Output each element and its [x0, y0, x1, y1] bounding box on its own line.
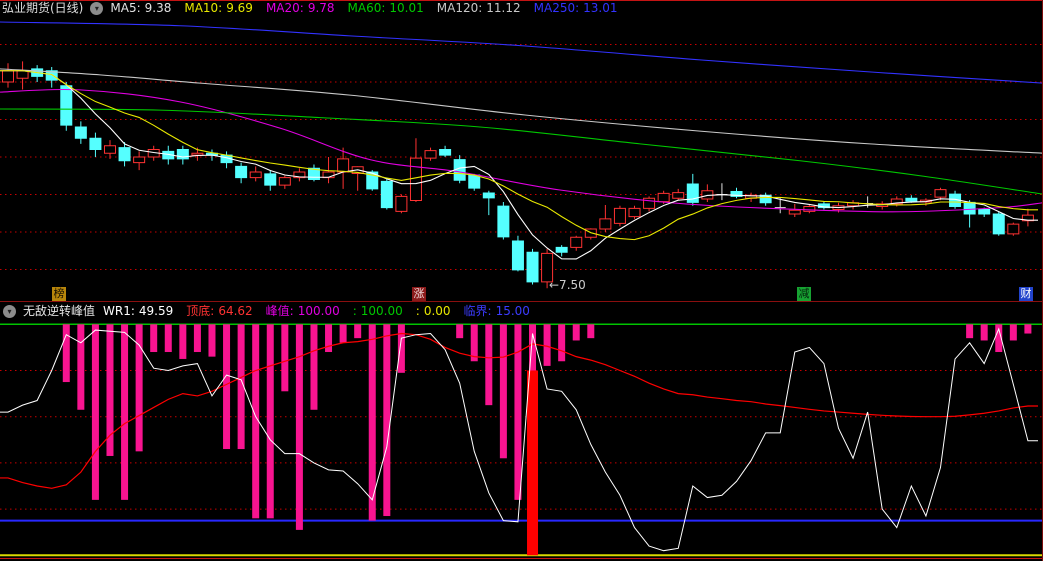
- ma250-line: [0, 21, 1043, 84]
- trading-app-window: 弘业期货(日线) ▾ MA5: 9.38 MA10: 9.69 MA20: 9.78 MA6…: [0, 0, 1043, 561]
- indicator-legend-item-5: 临界: 15.00: [463, 304, 530, 318]
- ma-legend-item-1: MA10: 9.69: [184, 1, 253, 15]
- chevron-down-icon[interactable]: ▾: [90, 1, 104, 15]
- indicator-legend-item-3: :100.00: [352, 304, 403, 318]
- charts-canvas[interactable]: [0, 0, 1043, 561]
- ma-legend-item-4: MA120: 11.12: [436, 1, 521, 15]
- ma5-line: [0, 70, 1038, 260]
- price-low-annotation: ←7.50: [549, 278, 586, 292]
- divider-shortcut-0[interactable]: 榜: [52, 287, 66, 301]
- indicator-name: 无敌逆转峰值: [23, 304, 96, 318]
- instrument-title: 弘业期货(日线): [2, 1, 84, 15]
- candlesticks: [2, 61, 1034, 289]
- indicator-legend: WR1: 49.59 顶底: 64.62 峰值: 100.00 :100.00 :0.00 临界…: [103, 304, 543, 319]
- ma-legend: MA5: 9.38 MA10: 9.69 MA20: 9.78 MA60: 10.01 MA12…: [110, 1, 630, 15]
- divider-shortcut-1[interactable]: 涨: [412, 287, 426, 301]
- main-chart-title-bar: 弘业期货(日线) ▾ MA5: 9.38 MA10: 9.69 MA20: 9.78 MA6…: [2, 1, 631, 15]
- ma-legend-item-2: MA20: 9.78: [265, 1, 335, 15]
- ma-lines: [0, 21, 1043, 260]
- signal-bar: [527, 370, 539, 556]
- indicator-legend-item-4: :0.00: [415, 304, 451, 318]
- window-bottom-border: [0, 558, 1043, 559]
- indicator-legend-item-0: WR1: 49.59: [103, 304, 174, 318]
- chevron-down-icon[interactable]: ▾: [3, 305, 16, 318]
- panel-divider-line: [0, 301, 1043, 302]
- indicator-reference-lines: [0, 323, 1043, 557]
- indicator-legend-item-2: 峰值: 100.00: [265, 304, 340, 318]
- indicator-legend-item-1: 顶底: 64.62: [186, 304, 253, 318]
- indicator-title-bar: ▾ 无敌逆转峰值 WR1: 49.59 顶底: 64.62 峰值: 100.00 :100.…: [3, 304, 543, 319]
- divider-shortcut-3[interactable]: 财: [1019, 287, 1033, 301]
- ma-legend-item-5: MA250: 13.01: [533, 1, 618, 15]
- divider-shortcut-2[interactable]: 减: [797, 287, 811, 301]
- ma-legend-item-0: MA5: 9.38: [110, 1, 172, 15]
- ma-legend-item-3: MA60: 10.01: [347, 1, 424, 15]
